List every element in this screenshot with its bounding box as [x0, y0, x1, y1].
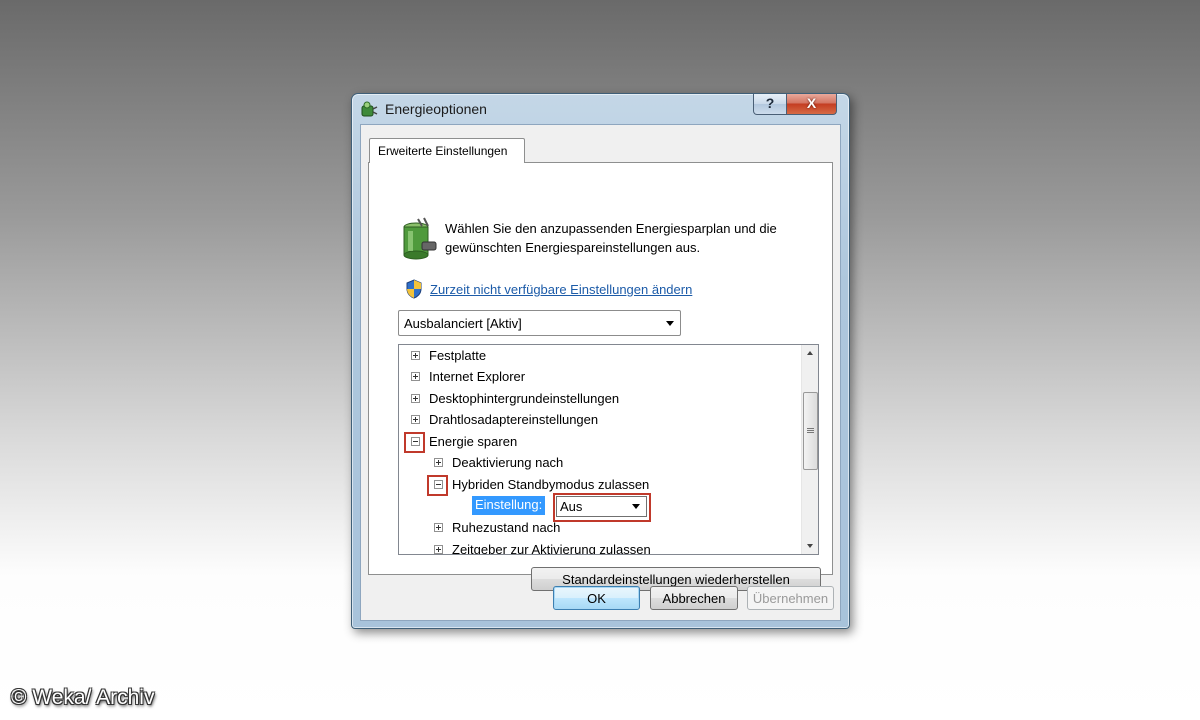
tree-item[interactable]: Zeitgeber zur Aktivierung zulassen — [399, 540, 799, 555]
expand-icon[interactable] — [411, 351, 420, 360]
highlight-marker — [404, 432, 425, 453]
close-icon: X — [806, 95, 817, 111]
battery-plug-icon — [403, 217, 437, 260]
tree-item-label: Deaktivierung nach — [452, 455, 564, 470]
dialog-client-area: Erweiterte Einstellungen Wählen Sie den … — [360, 124, 841, 621]
button-label: OK — [587, 591, 606, 606]
tree-item-label: Festplatte — [429, 348, 487, 363]
description-text: Wählen Sie den anzupassenden Energiespar… — [445, 221, 777, 255]
button-label: Abbrechen — [662, 591, 726, 606]
expand-icon[interactable] — [411, 394, 420, 403]
scrollbar-thumb[interactable] — [803, 392, 818, 470]
tree-item-label: Ruhezustand nach — [452, 520, 561, 535]
power-options-icon — [361, 101, 378, 117]
tree-item[interactable]: Ruhezustand nach — [399, 518, 799, 538]
tab-label: Erweiterte Einstellungen — [378, 144, 508, 158]
tree-item[interactable]: Internet Explorer — [399, 367, 799, 387]
energy-options-dialog: Energieoptionen ? X Erweiterte Einstellu… — [351, 93, 850, 629]
power-plan-value: Ausbalanciert [Aktiv] — [404, 316, 522, 331]
apply-button[interactable]: Übernehmen — [747, 586, 834, 610]
tree-item[interactable]: Deaktivierung nach — [399, 453, 799, 473]
expand-icon[interactable] — [434, 545, 443, 554]
scroll-down-icon[interactable] — [802, 537, 818, 554]
tree-item-label: Internet Explorer — [429, 369, 526, 384]
expand-icon[interactable] — [411, 372, 420, 381]
close-button[interactable]: X — [786, 94, 837, 115]
tree-item-label: Energie sparen — [429, 434, 518, 449]
tree-item[interactable]: Desktophintergrundeinstellungen — [399, 389, 799, 409]
tree-item-label: Hybriden Standbymodus zulassen — [452, 477, 650, 492]
tree-item[interactable]: Hybriden Standbymodus zulassen — [399, 475, 799, 495]
tab-advanced-settings[interactable]: Erweiterte Einstellungen — [369, 138, 525, 163]
ok-button[interactable]: OK — [553, 586, 640, 610]
tree-item[interactable]: Drahtlosadaptereinstellungen — [399, 410, 799, 430]
power-plan-select[interactable]: Ausbalanciert [Aktiv] — [398, 310, 681, 336]
help-button[interactable]: ? — [753, 94, 787, 115]
button-label: Standardeinstellungen wiederherstellen — [562, 572, 790, 587]
tree-item-label: Drahtlosadaptereinstellungen — [429, 412, 599, 427]
expand-icon[interactable] — [434, 523, 443, 532]
setting-label: Einstellung: — [472, 496, 546, 515]
title-bar[interactable]: Energieoptionen ? X — [352, 94, 849, 124]
scroll-up-icon[interactable] — [802, 345, 818, 362]
button-label: Übernehmen — [752, 591, 829, 606]
help-icon: ? — [765, 95, 775, 111]
settings-tree[interactable]: Festplatte Internet Explorer Desktophint… — [398, 344, 819, 555]
uac-shield-icon — [406, 279, 422, 299]
change-unavailable-settings-link[interactable]: Zurzeit nicht verfügbare Einstellungen ä… — [430, 282, 692, 297]
tree-item-label: Desktophintergrundeinstellungen — [429, 391, 620, 406]
highlight-marker — [427, 475, 448, 496]
expand-icon[interactable] — [411, 415, 420, 424]
tree-item[interactable]: Festplatte — [399, 346, 799, 366]
cancel-button[interactable]: Abbrechen — [650, 586, 738, 610]
tree-item[interactable]: Energie sparen — [399, 432, 799, 452]
tree-item-label: Zeitgeber zur Aktivierung zulassen — [452, 542, 651, 555]
window-title: Energieoptionen — [385, 101, 487, 117]
chevron-down-icon — [666, 321, 674, 326]
expand-icon[interactable] — [434, 458, 443, 467]
copyright-watermark: © Weka/ Archiv — [11, 686, 155, 709]
vertical-scrollbar[interactable] — [801, 345, 818, 554]
tab-page: Wählen Sie den anzupassenden Energiespar… — [368, 162, 833, 591]
